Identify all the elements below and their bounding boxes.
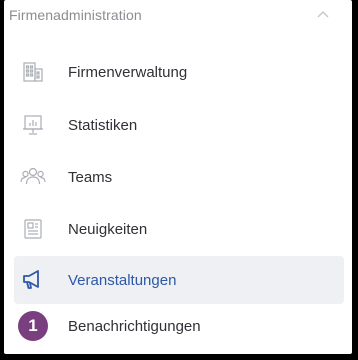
newspaper-icon [18, 214, 48, 244]
nav-item-teams[interactable]: Teams [14, 153, 344, 201]
section-title: Firmenadministration [9, 7, 142, 23]
nav-item-statistiken[interactable]: Statistiken [14, 101, 344, 149]
presentation-chart-icon [18, 110, 48, 140]
nav-item-benachrichtigungen[interactable]: Benachrichtigungen [14, 302, 344, 350]
step-number-badge: 1 [18, 311, 48, 341]
nav-item-firmenverwaltung[interactable]: Firmenverwaltung [14, 48, 344, 96]
nav-item-label: Teams [68, 168, 113, 186]
chevron-up-icon[interactable] [316, 7, 330, 18]
people-group-icon [18, 162, 48, 192]
nav-item-label: Veranstaltungen [68, 271, 177, 289]
nav-item-neuigkeiten[interactable]: Neuigkeiten [14, 205, 344, 253]
building-icon [18, 57, 48, 87]
section-header[interactable]: Firmenadministration [4, 0, 352, 32]
nav-item-label: Benachrichtigungen [68, 317, 201, 335]
nav-item-label: Firmenverwaltung [68, 63, 188, 81]
nav-item-label: Statistiken [68, 116, 138, 134]
megaphone-icon [18, 265, 48, 295]
company-admin-panel: Firmenadministration Firmenverwaltung St… [4, 0, 352, 354]
nav-item-veranstaltungen[interactable]: Veranstaltungen [14, 256, 344, 304]
nav-item-label: Neuigkeiten [68, 220, 148, 238]
